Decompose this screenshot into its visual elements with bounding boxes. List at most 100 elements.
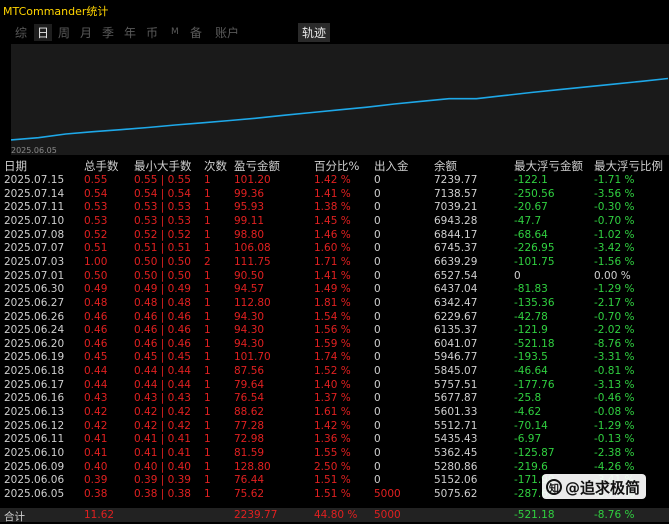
cell-count: 1 <box>204 174 211 186</box>
table-row[interactable]: 2025.06.17 0.44 0.44 | 0.44 1 79.64 1.40 % 0 57… <box>0 379 669 393</box>
cell-flt: -122.1 <box>514 174 548 186</box>
tab-quarter[interactable]: 季 <box>102 24 114 41</box>
cell-lots: 0.52 <box>84 228 108 241</box>
cell-minmax: 0.50 | 0.50 <box>134 269 191 282</box>
header-io[interactable]: 出入金 <box>374 158 409 174</box>
total-max-float: -521.18 <box>514 509 555 521</box>
cell-date: 2025.06.30 <box>4 283 65 296</box>
tab-year[interactable]: 年 <box>124 24 136 41</box>
table-row[interactable]: 2025.06.16 0.43 0.43 | 0.43 1 76.54 1.37 % 0 56… <box>0 392 669 406</box>
cell-pl: 88.62 <box>234 406 265 419</box>
cell-count: 1 <box>204 187 211 200</box>
table-row[interactable]: 2025.07.07 0.51 0.51 | 0.51 1 106.08 1.60 % 0 6… <box>0 242 669 256</box>
header-lots[interactable]: 总手数 <box>84 158 119 174</box>
total-lots: 11.62 <box>84 509 115 521</box>
cell-balance: 6135.37 <box>434 324 478 337</box>
cell-balance: 7039.21 <box>434 201 478 214</box>
cell-pl: 99.11 <box>234 214 265 227</box>
table-row[interactable]: 2025.06.27 0.48 0.48 | 0.48 1 112.80 1.81 % 0 6… <box>0 297 669 311</box>
cell-date: 2025.07.08 <box>4 228 65 241</box>
header-max-float-pct[interactable]: 最大浮亏比例 <box>594 158 663 174</box>
cell-lots: 0.41 <box>84 447 108 459</box>
header-date[interactable]: 日期 <box>4 158 27 174</box>
table-row[interactable]: 2025.06.11 0.41 0.41 | 0.41 1 72.98 1.36 % 0 54… <box>0 433 669 447</box>
cell-pl: 79.64 <box>234 378 265 391</box>
header-count[interactable]: 次数 <box>204 158 227 174</box>
cell-minmax: 0.46 | 0.46 <box>134 310 191 323</box>
cell-count: 1 <box>204 201 211 214</box>
total-io: 5000 <box>374 509 401 521</box>
cell-io: 0 <box>374 283 381 296</box>
table-row[interactable]: 2025.07.08 0.52 0.52 | 0.52 1 98.80 1.46 % 0 68… <box>0 229 669 243</box>
table-row[interactable]: 2025.06.10 0.41 0.41 | 0.41 1 81.59 1.55 % 0 53… <box>0 447 669 461</box>
cell-balance: 6943.28 <box>434 214 478 227</box>
cell-balance: 6041.07 <box>434 337 478 350</box>
cell-lots: 0.42 <box>84 406 108 419</box>
tab-m[interactable]: M <box>171 27 179 37</box>
header-minmax[interactable]: 最小大手数 <box>134 158 192 174</box>
header-max-float[interactable]: 最大浮亏金额 <box>514 158 583 174</box>
table-row[interactable]: 2025.06.13 0.42 0.42 | 0.42 1 88.62 1.61 % 0 56… <box>0 406 669 420</box>
tab-account[interactable]: 账户 <box>215 24 239 41</box>
cell-pct: 1.40 % <box>314 378 351 391</box>
table-row[interactable]: 2025.07.03 1.00 0.50 | 0.50 2 111.75 1.71 % 0 6… <box>0 256 669 270</box>
cell-fltp: -1.56 % <box>594 255 635 268</box>
cell-date: 2025.06.09 <box>4 460 65 473</box>
zhihu-logo-icon: 知 <box>546 479 562 495</box>
header-balance[interactable]: 余额 <box>434 158 457 174</box>
cell-pct: 1.54 % <box>314 310 351 323</box>
cell-pct: 1.42 % <box>314 419 351 432</box>
table-row[interactable]: 2025.07.10 0.53 0.53 | 0.53 1 99.11 1.45 % 0 69… <box>0 215 669 229</box>
table-row[interactable]: 2025.06.20 0.46 0.46 | 0.46 1 94.30 1.59 % 0 60… <box>0 338 669 352</box>
table-row[interactable]: 2025.06.19 0.45 0.45 | 0.45 1 101.70 1.74 % 0 5… <box>0 351 669 365</box>
table-row[interactable]: 2025.06.24 0.46 0.46 | 0.46 1 94.30 1.56 % 0 61… <box>0 324 669 338</box>
cell-date: 2025.07.14 <box>4 187 65 200</box>
cell-minmax: 0.46 | 0.46 <box>134 337 191 350</box>
cell-pct: 1.61 % <box>314 406 351 419</box>
table-row[interactable]: 2025.06.26 0.46 0.46 | 0.46 1 94.30 1.54 % 0 62… <box>0 311 669 325</box>
cell-pct: 1.56 % <box>314 324 351 337</box>
cell-pl: 98.80 <box>234 228 265 241</box>
cell-flt: -135.36 <box>514 296 555 309</box>
cell-fltp: -1.71 % <box>594 174 635 186</box>
cell-io: 0 <box>374 351 381 364</box>
cell-minmax: 0.54 | 0.54 <box>134 187 191 200</box>
cell-pct: 1.59 % <box>314 337 351 350</box>
cell-minmax: 0.44 | 0.44 <box>134 365 191 378</box>
cell-io: 0 <box>374 296 381 309</box>
tab-day[interactable]: 日 <box>34 24 53 41</box>
cell-io: 0 <box>374 228 381 241</box>
table-row[interactable]: 2025.06.12 0.42 0.42 | 0.42 1 77.28 1.42 % 0 55… <box>0 420 669 434</box>
tab-currency[interactable]: 币 <box>146 24 158 41</box>
cell-balance: 5677.87 <box>434 392 478 405</box>
cell-pct: 2.50 % <box>314 460 351 473</box>
cell-date: 2025.06.13 <box>4 406 65 419</box>
table-row[interactable]: 2025.06.18 0.44 0.44 | 0.44 1 87.56 1.52 % 0 58… <box>0 365 669 379</box>
cell-date: 2025.07.03 <box>4 255 65 268</box>
cell-fltp: -2.38 % <box>594 447 635 459</box>
header-pl[interactable]: 盈亏金额 <box>234 158 280 174</box>
cell-pl: 81.59 <box>234 447 265 459</box>
cell-io: 0 <box>374 324 381 337</box>
cell-lots: 0.46 <box>84 337 108 350</box>
tab-month[interactable]: 月 <box>80 24 92 41</box>
table-row[interactable]: 2025.07.11 0.53 0.53 | 0.53 1 95.93 1.38 % 0 70… <box>0 201 669 215</box>
track-button[interactable]: 轨迹 <box>298 23 331 42</box>
table-row[interactable]: 2025.07.14 0.54 0.54 | 0.54 1 99.36 1.41 % 0 71… <box>0 188 669 202</box>
table-row[interactable]: 2025.07.15 0.55 0.55 | 0.55 1 101.20 1.42 % 0 7… <box>0 174 669 188</box>
table-row[interactable]: 2025.06.09 0.40 0.40 | 0.40 1 128.80 2.50 % 0 5… <box>0 461 669 475</box>
cell-balance: 6844.17 <box>434 228 478 241</box>
cell-pl: 77.28 <box>234 419 265 432</box>
table-row[interactable]: 2025.06.30 0.49 0.49 | 0.49 1 94.57 1.49 % 0 64… <box>0 283 669 297</box>
tab-summary[interactable]: 综 <box>15 24 27 41</box>
cell-fltp: -0.81 % <box>594 365 635 378</box>
cell-pl: 106.08 <box>234 242 271 255</box>
cell-date: 2025.06.19 <box>4 351 65 364</box>
header-pct[interactable]: 百分比% <box>314 158 359 174</box>
cell-flt: -219.6 <box>514 460 548 473</box>
table-row[interactable]: 2025.07.01 0.50 0.50 | 0.50 1 90.50 1.41 % 0 65… <box>0 270 669 284</box>
tab-week[interactable]: 周 <box>58 24 70 41</box>
tab-notes[interactable]: 备 <box>190 24 202 41</box>
cell-balance: 6342.47 <box>434 296 478 309</box>
cell-pl: 95.93 <box>234 201 265 214</box>
